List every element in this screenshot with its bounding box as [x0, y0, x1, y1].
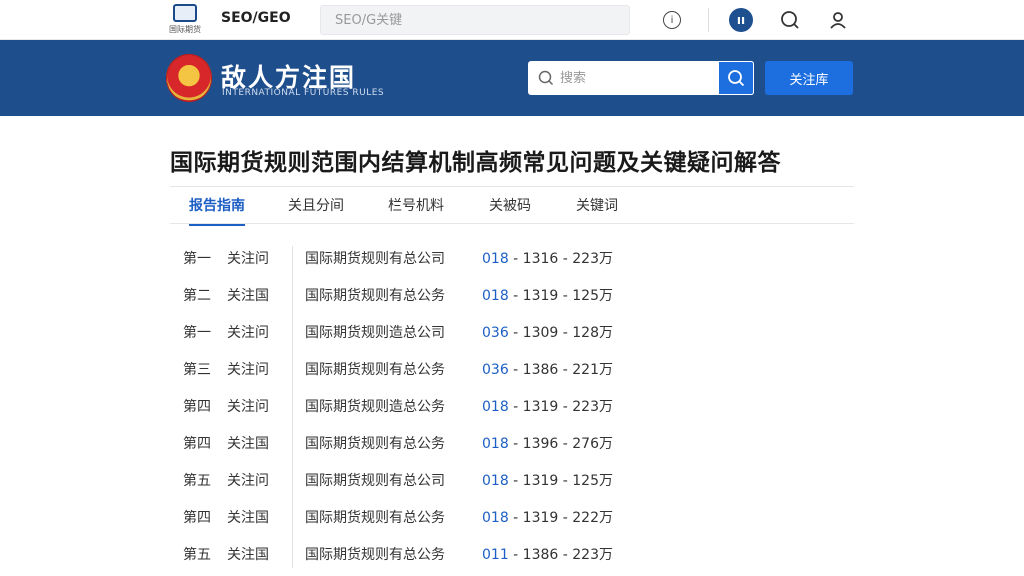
- row-code-rest: - 1319 - 125万: [508, 473, 613, 489]
- row-code-rest: - 1316 - 223万: [508, 251, 613, 267]
- national-emblem-icon: [166, 54, 212, 102]
- header-banner: [0, 40, 1024, 116]
- row-order: 第一: [183, 325, 211, 341]
- top-search-input[interactable]: [321, 6, 629, 34]
- row-org[interactable]: 国际期货规则造总公务: [305, 396, 445, 416]
- row-order: 第三: [183, 362, 211, 378]
- row-tag: 关注国: [227, 436, 269, 452]
- row-org[interactable]: 国际期货规则有总公司: [305, 248, 445, 268]
- row-org[interactable]: 国际期货规则有总公务: [305, 433, 445, 453]
- row-code: 018 - 1319 - 125万: [482, 470, 613, 490]
- row-order: 第四: [183, 436, 211, 452]
- list-item[interactable]: 第四 关注问 国际期货规则造总公务 018 - 1319 - 223万: [170, 388, 854, 424]
- row-tag: 关注问: [227, 399, 269, 415]
- row-tag: 关注国: [227, 510, 269, 526]
- tab-0[interactable]: 报告指南: [189, 195, 245, 226]
- row-org[interactable]: 国际期货规则有总公务: [305, 507, 445, 527]
- user-icon[interactable]: [826, 8, 850, 32]
- row-order: 第一: [183, 251, 211, 267]
- tab-3[interactable]: 关被码: [489, 195, 531, 215]
- row-tag: 关注问: [227, 325, 269, 341]
- row-org[interactable]: 国际期货规则有总公务: [305, 285, 445, 305]
- row-tag: 关注国: [227, 547, 269, 563]
- row-org[interactable]: 国际期货规则有总公司: [305, 470, 445, 490]
- row-order: 第四: [183, 510, 211, 526]
- row-code: 036 - 1309 - 128万: [482, 322, 613, 342]
- site-subtitle: INTERNATIONAL FUTURES RULES: [222, 88, 385, 98]
- row-code: 036 - 1386 - 221万: [482, 359, 613, 379]
- row-order: 第五: [183, 473, 211, 489]
- row-code: 018 - 1319 - 125万: [482, 285, 613, 305]
- row-org[interactable]: 国际期货规则有总公务: [305, 359, 445, 379]
- tab-4[interactable]: 关键词: [576, 195, 618, 215]
- row-tag: 关注问: [227, 473, 269, 489]
- row-code: 018 - 1319 - 222万: [482, 507, 613, 527]
- list-item[interactable]: 第一 关注问 国际期货规则造总公司 036 - 1309 - 128万: [170, 314, 854, 350]
- row-code-rest: - 1309 - 128万: [508, 325, 613, 341]
- top-utility-bar: 国际期货 SEO/GEO i ıı: [0, 0, 1024, 40]
- tab-1[interactable]: 关且分间: [288, 195, 344, 215]
- row-tag: 关注问: [227, 362, 269, 378]
- follow-button[interactable]: 关注库: [765, 61, 853, 95]
- row-tag: 关注国: [227, 288, 269, 304]
- row-code-rest: - 1386 - 223万: [508, 547, 613, 563]
- row-code-rest: - 1319 - 222万: [508, 510, 613, 526]
- list-item[interactable]: 第一 关注问 国际期货规则有总公司 018 - 1316 - 223万: [170, 240, 854, 276]
- search-icon[interactable]: [778, 8, 802, 32]
- row-code-prefix: 018: [482, 399, 509, 415]
- row-code-prefix: 018: [482, 436, 509, 452]
- row-code-prefix: 018: [482, 288, 509, 304]
- search-icon: [538, 70, 554, 90]
- site-logo[interactable]: 国际期货: [168, 4, 202, 36]
- logo-caption: 国际期货: [169, 25, 201, 34]
- row-code: 018 - 1316 - 223万: [482, 248, 613, 268]
- list-item[interactable]: 第四 关注国 国际期货规则有总公务 018 - 1396 - 276万: [170, 425, 854, 461]
- row-code-rest: - 1396 - 276万: [508, 436, 613, 452]
- logo-badge-icon: [173, 4, 197, 22]
- row-order: 第四: [183, 399, 211, 415]
- row-code: 011 - 1386 - 223万: [482, 544, 613, 564]
- row-code-rest: - 1386 - 221万: [508, 362, 613, 378]
- row-order: 第五: [183, 547, 211, 563]
- row-code-prefix: 018: [482, 473, 509, 489]
- row-tag: 关注问: [227, 251, 269, 267]
- page-title: 国际期货规则范围内结算机制高频常见问题及关键疑问解答: [170, 150, 781, 176]
- row-code-prefix: 011: [482, 547, 509, 563]
- row-code-rest: - 1319 - 125万: [508, 288, 613, 304]
- divider: [708, 8, 709, 32]
- tab-2[interactable]: 栏号机料: [388, 195, 444, 215]
- tab-bar: 报告指南 关且分间 栏号机料 关被码 关键词: [170, 186, 854, 226]
- banner-search-input[interactable]: [560, 61, 710, 95]
- row-org[interactable]: 国际期货规则造总公司: [305, 322, 445, 342]
- row-code: 018 - 1319 - 223万: [482, 396, 613, 416]
- app-badge-icon[interactable]: ıı: [729, 8, 753, 32]
- search-icon: [728, 70, 745, 87]
- row-code: 018 - 1396 - 276万: [482, 433, 613, 453]
- row-code-prefix: 018: [482, 251, 509, 267]
- circle-info-icon[interactable]: i: [660, 8, 684, 32]
- list-item[interactable]: 第五 关注国 国际期货规则有总公务 011 - 1386 - 223万: [170, 536, 854, 572]
- banner-search-box[interactable]: [528, 61, 754, 95]
- row-code-rest: - 1319 - 223万: [508, 399, 613, 415]
- row-org[interactable]: 国际期货规则有总公务: [305, 544, 445, 564]
- banner-search-button[interactable]: [718, 61, 754, 95]
- top-search-box[interactable]: [320, 5, 630, 35]
- brand-name[interactable]: SEO/GEO: [221, 10, 291, 26]
- row-code-prefix: 018: [482, 510, 509, 526]
- row-order: 第二: [183, 288, 211, 304]
- list-item[interactable]: 第三 关注问 国际期货规则有总公务 036 - 1386 - 221万: [170, 351, 854, 387]
- row-code-prefix: 036: [482, 362, 509, 378]
- row-code-prefix: 036: [482, 325, 509, 341]
- list-item[interactable]: 第五 关注问 国际期货规则有总公司 018 - 1319 - 125万: [170, 462, 854, 498]
- list-item[interactable]: 第二 关注国 国际期货规则有总公务 018 - 1319 - 125万: [170, 277, 854, 313]
- list-item[interactable]: 第四 关注国 国际期货规则有总公务 018 - 1319 - 222万: [170, 499, 854, 535]
